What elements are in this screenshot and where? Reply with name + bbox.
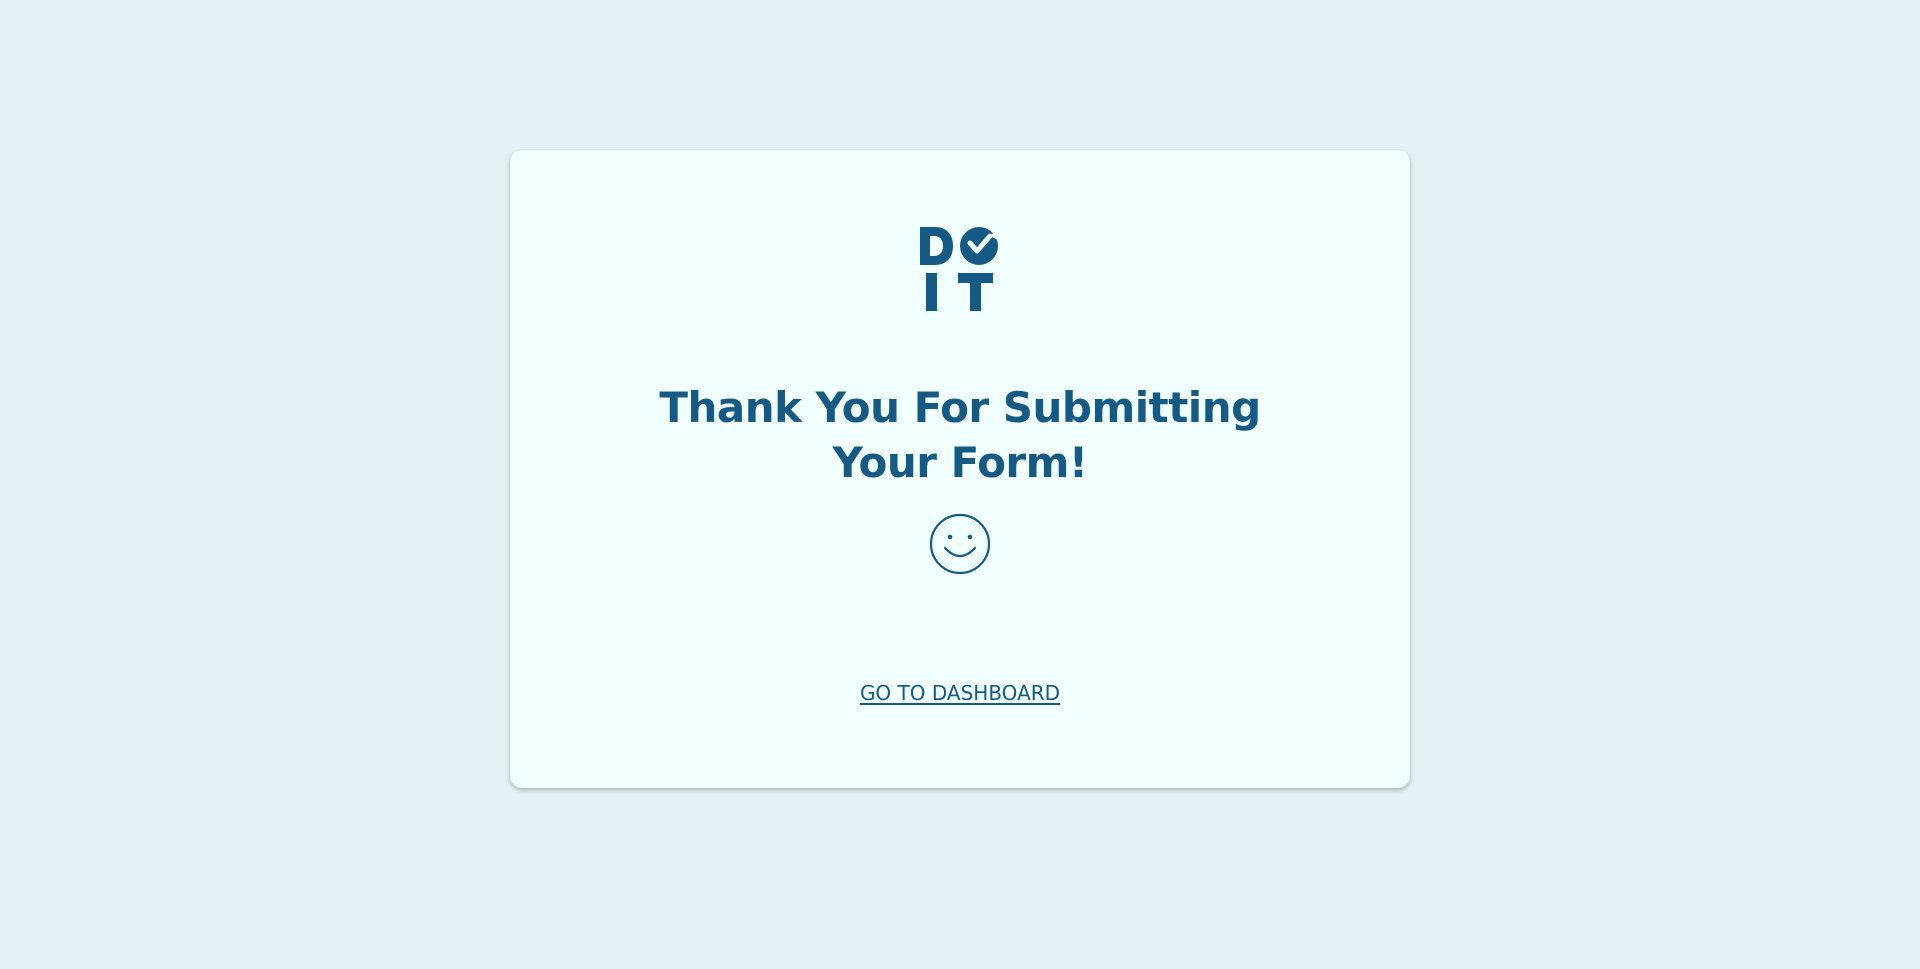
smiley-face-icon [929,513,991,575]
confirmation-card: Thank You For Submitting Your Form! GO T… [510,150,1410,788]
page: Thank You For Submitting Your Form! GO T… [0,0,1920,969]
confirmation-title: Thank You For Submitting Your Form! [659,383,1261,487]
go-to-dashboard-link[interactable]: GO TO DASHBOARD [810,680,1110,706]
doit-logo-icon [920,227,1000,311]
